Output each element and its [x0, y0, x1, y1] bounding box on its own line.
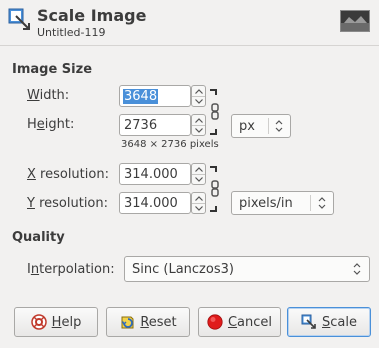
resolution-unit-select[interactable]: pixels/in	[231, 191, 334, 215]
width-spin-button[interactable]	[191, 85, 206, 107]
interpolation-value: Sinc (Lanczos3)	[132, 262, 234, 277]
image-size-heading: Image Size	[12, 62, 93, 77]
x-resolution-label: X resolution:	[27, 167, 109, 182]
reset-button-label: Reset	[140, 314, 177, 330]
size-unit-value: px	[239, 119, 255, 134]
chain-link-icon[interactable]	[208, 165, 222, 215]
combo-arrows-icon	[315, 195, 329, 211]
reset-icon	[121, 316, 134, 329]
help-button[interactable]: Help	[14, 307, 98, 337]
height-label: Height:	[27, 117, 75, 132]
help-button-label: Help	[51, 314, 82, 330]
y-resolution-label: Y resolution:	[27, 196, 109, 211]
image-name: Untitled-119	[37, 26, 106, 39]
header-separator	[0, 45, 379, 46]
combo-arrows-icon	[272, 118, 286, 134]
y-resolution-spin-button[interactable]	[191, 192, 206, 214]
x-resolution-input[interactable]: 314.000	[119, 163, 191, 185]
width-value: 3648	[123, 89, 159, 104]
scale-image-icon	[301, 314, 316, 329]
chevron-down-icon[interactable]	[192, 96, 205, 106]
scale-button[interactable]: Scale	[287, 307, 371, 337]
cancel-icon	[207, 314, 223, 330]
pixel-dimensions-info: 3648 × 2736 pixels	[121, 139, 219, 150]
y-resolution-input[interactable]: 314.000	[119, 192, 191, 214]
quality-heading: Quality	[12, 230, 65, 245]
chevron-down-icon[interactable]	[192, 203, 205, 213]
x-resolution-value: 314.000	[124, 167, 178, 182]
image-thumbnail	[340, 10, 370, 32]
y-resolution-value: 314.000	[124, 196, 178, 211]
scale-image-icon	[8, 8, 32, 32]
interpolation-select[interactable]: Sinc (Lanczos3)	[124, 256, 370, 282]
height-value: 2736	[124, 118, 158, 133]
chevron-down-icon[interactable]	[192, 125, 205, 135]
reset-button[interactable]: Reset	[106, 307, 190, 337]
size-unit-select[interactable]: px	[231, 114, 291, 138]
resolution-unit-value: pixels/in	[239, 196, 293, 211]
dialog-title: Scale Image	[37, 6, 147, 25]
cancel-button-label: Cancel	[227, 314, 273, 330]
height-input[interactable]: 2736	[119, 114, 191, 136]
chain-link-icon[interactable]	[208, 88, 222, 138]
scale-button-label: Scale	[322, 314, 357, 330]
height-spin-button[interactable]	[191, 114, 206, 136]
combo-divider	[268, 118, 269, 134]
cancel-button[interactable]: Cancel	[198, 307, 281, 337]
interpolation-label: Interpolation:	[27, 262, 115, 277]
combo-divider	[310, 195, 311, 211]
combo-arrows-icon	[350, 261, 364, 277]
width-label: Width:	[27, 88, 70, 103]
x-resolution-spin-button[interactable]	[191, 163, 206, 185]
width-input[interactable]: 3648	[119, 85, 191, 107]
help-icon	[30, 314, 47, 330]
chevron-down-icon[interactable]	[192, 174, 205, 184]
